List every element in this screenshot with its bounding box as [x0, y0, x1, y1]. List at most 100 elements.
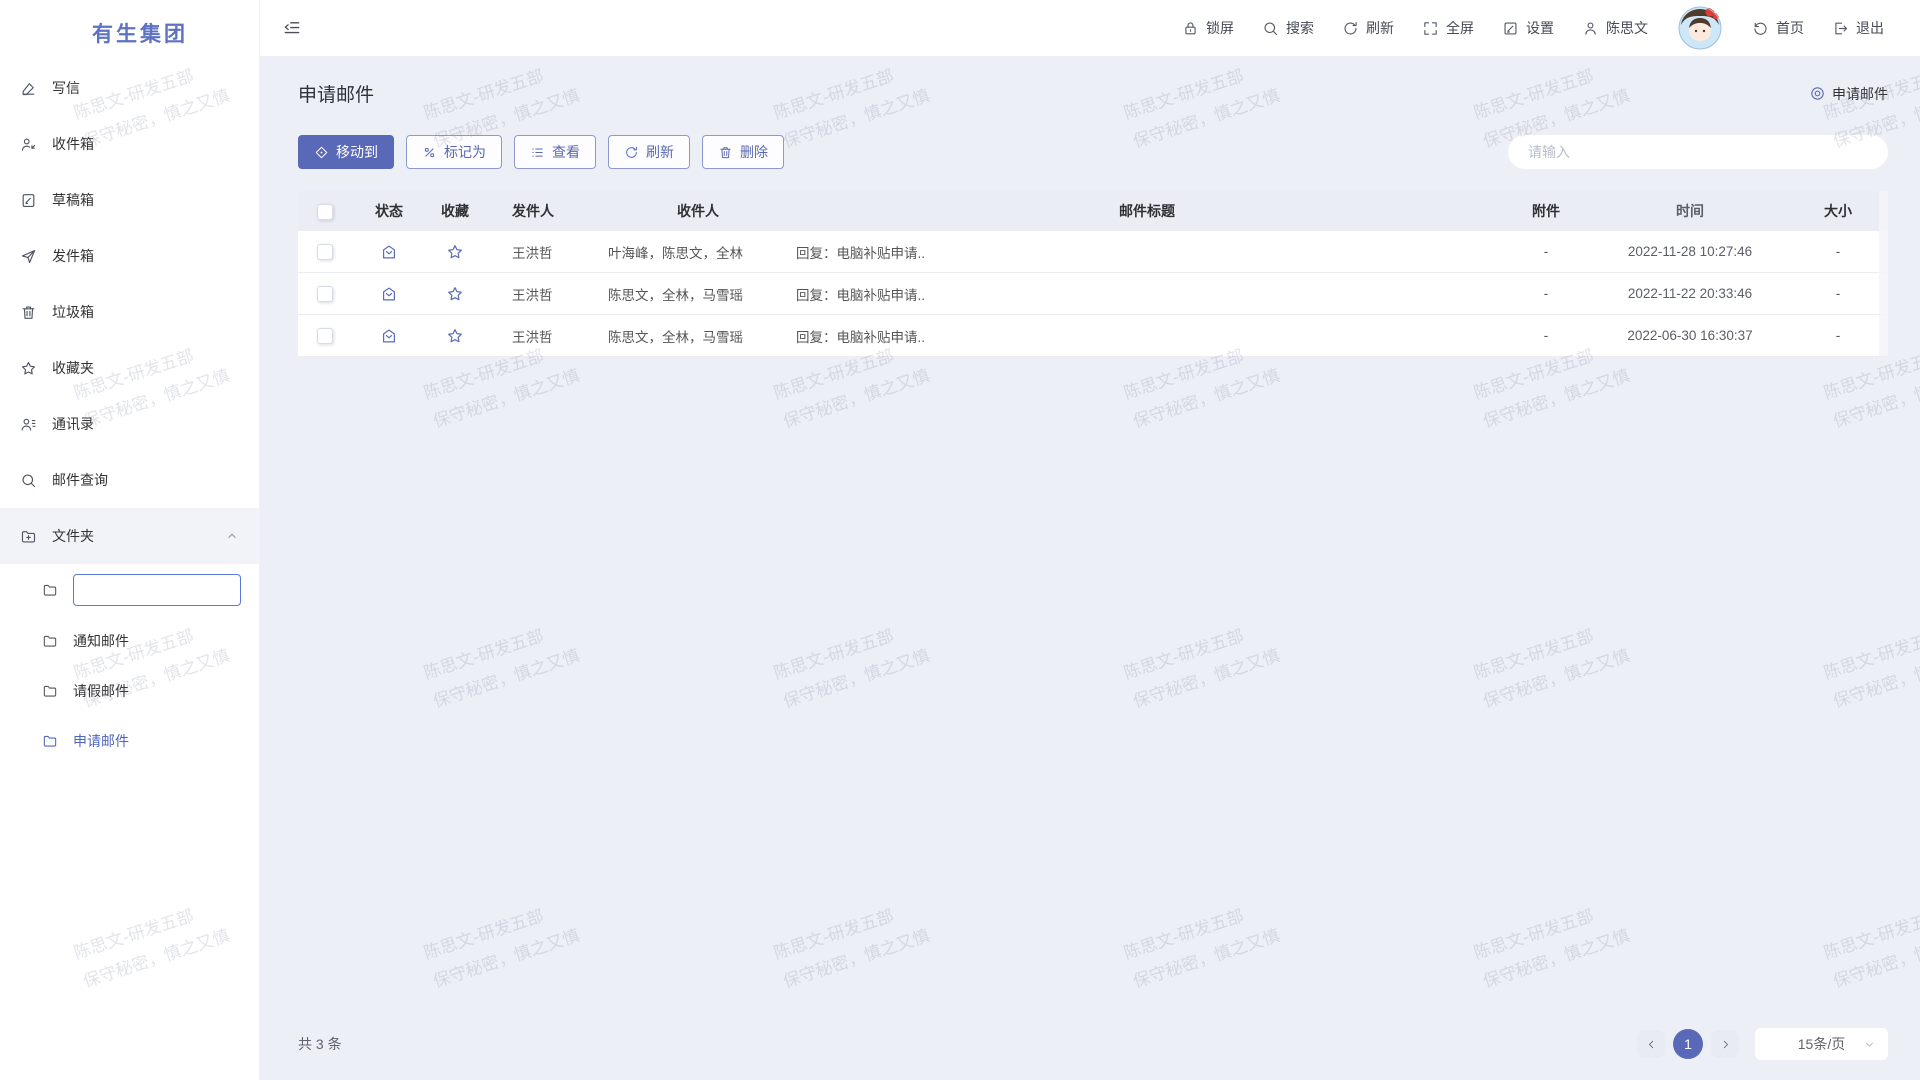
folder-icon	[42, 633, 58, 649]
topbar-item-fullscreen[interactable]: 全屏	[1422, 18, 1474, 38]
column-header-subject: 邮件标题	[794, 201, 1500, 221]
move-to-button[interactable]: 移动到	[298, 135, 394, 169]
view-button[interactable]: 查看	[514, 135, 596, 169]
recipients-cell: 陈思文，全林，马雪瑶	[602, 326, 794, 346]
select-all-checkbox[interactable]	[317, 204, 333, 220]
sidebar-item-mail-query[interactable]: 邮件查询	[0, 452, 259, 508]
column-header-sender: 发件人	[484, 201, 602, 221]
draft-icon	[20, 192, 37, 209]
mail-open-icon	[380, 327, 398, 345]
folder-plus-icon	[20, 528, 37, 545]
page-size-value: 15条/页	[1798, 1034, 1845, 1054]
topbar-item-label: 刷新	[1366, 18, 1394, 38]
folder-icon	[42, 733, 58, 749]
row-checkbox[interactable]	[317, 328, 333, 344]
table-row[interactable]: 王洪哲叶海峰，陈思文，全林回复：电脑补贴申请..-2022-11-28 10:2…	[298, 231, 1888, 273]
row-checkbox[interactable]	[317, 244, 333, 260]
sidebar-item-favorites[interactable]: 收藏夹	[0, 340, 259, 396]
user-avatar[interactable]	[1678, 6, 1722, 50]
sidebar-item-compose[interactable]: 写信	[0, 60, 259, 116]
refresh-icon	[624, 145, 639, 160]
attachment-cell: -	[1500, 244, 1592, 259]
sidebar-folder-leave-mail[interactable]: 请假邮件	[0, 666, 259, 716]
search-icon	[20, 472, 37, 489]
column-header-favorite: 收藏	[426, 201, 484, 221]
mail-search-input[interactable]	[1508, 135, 1888, 169]
subject-cell: 回复：电脑补贴申请..	[794, 284, 1500, 304]
search-icon	[1262, 20, 1279, 37]
sidebar-item-label: 写信	[52, 78, 80, 98]
app-root: 有生集团 写信收件箱草稿箱发件箱垃圾箱收藏夹通讯录邮件查询文件夹通知邮件请假邮件…	[0, 0, 1920, 1080]
refresh-button[interactable]: 刷新	[608, 135, 690, 169]
row-checkbox[interactable]	[317, 286, 333, 302]
sender-cell: 王洪哲	[484, 284, 602, 304]
button-label: 查看	[552, 142, 580, 162]
page-size-select[interactable]: 15条/页	[1755, 1028, 1888, 1060]
status-read-icon	[380, 243, 398, 261]
app-logo: 有生集团	[0, 0, 259, 60]
button-label: 刷新	[646, 142, 674, 162]
table-row[interactable]: 王洪哲陈思文，全林，马雪瑶回复：电脑补贴申请..-2022-06-30 16:3…	[298, 315, 1888, 357]
refresh-icon	[1342, 20, 1359, 37]
topbar-item-settings[interactable]: 设置	[1502, 18, 1554, 38]
chevron-right-icon	[1719, 1038, 1732, 1051]
status-read-icon	[380, 327, 398, 345]
sidebar-item-label: 通讯录	[52, 414, 94, 434]
star-icon	[446, 285, 464, 303]
topbar-item-lock-screen[interactable]: 锁屏	[1182, 18, 1234, 38]
current-page[interactable]: 1	[1673, 1029, 1703, 1059]
mark-as-button[interactable]: 标记为	[406, 135, 502, 169]
sidebar-item-label: 发件箱	[52, 246, 94, 266]
favorite-star[interactable]	[446, 243, 464, 261]
chevron-left-icon	[1645, 1038, 1658, 1051]
topbar-item-logout[interactable]: 退出	[1832, 18, 1884, 38]
topbar-item-label: 搜索	[1286, 18, 1314, 38]
sidebar: 有生集团 写信收件箱草稿箱发件箱垃圾箱收藏夹通讯录邮件查询文件夹通知邮件请假邮件…	[0, 0, 260, 1080]
breadcrumb[interactable]: 申请邮件	[1809, 84, 1888, 104]
time-cell: 2022-11-22 20:33:46	[1592, 286, 1788, 301]
new-folder-row	[0, 564, 259, 616]
content-area: 申请邮件 申请邮件 移动到标记为查看刷新删除 状态收藏发件人收件人邮件标题附件时…	[260, 56, 1920, 1080]
new-folder-input[interactable]	[73, 574, 241, 606]
sidebar-item-sent[interactable]: 发件箱	[0, 228, 259, 284]
sender-cell: 王洪哲	[484, 242, 602, 262]
sidebar-item-folders[interactable]: 文件夹	[0, 508, 259, 564]
sidebar-item-contacts[interactable]: 通讯录	[0, 396, 259, 452]
mail-open-icon	[380, 285, 398, 303]
favorite-star[interactable]	[446, 285, 464, 303]
page-head: 申请邮件 申请邮件	[298, 80, 1888, 107]
sidebar-item-label: 邮件查询	[52, 470, 108, 490]
topbar-item-refresh[interactable]: 刷新	[1342, 18, 1394, 38]
column-header-size: 大小	[1788, 201, 1888, 221]
mail-table: 状态收藏发件人收件人邮件标题附件时间大小王洪哲叶海峰，陈思文，全林回复：电脑补贴…	[298, 191, 1888, 357]
star-icon	[446, 327, 464, 345]
size-cell: -	[1788, 244, 1888, 259]
topbar: 锁屏 搜索 刷新 全屏 设置 陈思文 首页 退出	[260, 0, 1920, 56]
pagination: 1 15条/页	[1637, 1028, 1888, 1060]
next-page-button[interactable]	[1711, 1030, 1739, 1058]
collapse-sidebar-button[interactable]	[282, 18, 302, 38]
table-row[interactable]: 王洪哲陈思文，全林，马雪瑶回复：电脑补贴申请..-2022-11-22 20:3…	[298, 273, 1888, 315]
delete-button[interactable]: 删除	[702, 135, 784, 169]
sidebar-item-drafts[interactable]: 草稿箱	[0, 172, 259, 228]
fullscreen-icon	[1422, 20, 1439, 37]
subject-cell: 回复：电脑补贴申请..	[794, 326, 1500, 346]
topbar-item-search[interactable]: 搜索	[1262, 18, 1314, 38]
column-header-time: 时间	[1592, 201, 1788, 221]
sidebar-item-label: 垃圾箱	[52, 302, 94, 322]
mark-icon	[422, 145, 437, 160]
folder-label: 通知邮件	[73, 631, 129, 651]
size-cell: -	[1788, 328, 1888, 343]
prev-page-button[interactable]	[1637, 1030, 1665, 1058]
sidebar-item-junk[interactable]: 垃圾箱	[0, 284, 259, 340]
sidebar-folder-apply-mail[interactable]: 申请邮件	[0, 716, 259, 766]
sidebar-folder-notice-mail[interactable]: 通知邮件	[0, 616, 259, 666]
topbar-item-label: 首页	[1776, 18, 1804, 38]
topbar-item-home[interactable]: 首页	[1752, 18, 1804, 38]
topbar-item-current-user[interactable]: 陈思文	[1582, 18, 1648, 38]
sidebar-item-inbox[interactable]: 收件箱	[0, 116, 259, 172]
favorite-star[interactable]	[446, 327, 464, 345]
time-cell: 2022-11-28 10:27:46	[1592, 244, 1788, 259]
sidebar-item-label: 草稿箱	[52, 190, 94, 210]
settings-icon	[1502, 20, 1519, 37]
